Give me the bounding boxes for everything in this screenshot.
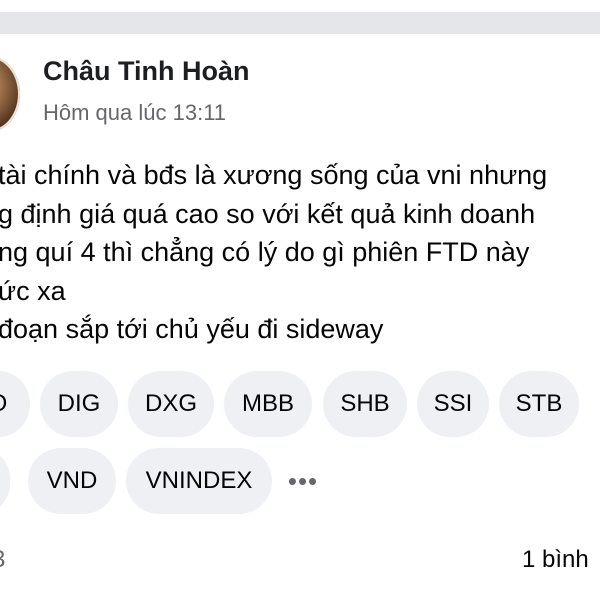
tag-chip[interactable]: DXG <box>128 371 214 437</box>
comment-count[interactable]: 1 bình <box>522 546 589 574</box>
post-body-line: ng quí 4 thì chẳng có lý do gì phiên FTD… <box>0 237 530 267</box>
tag-chip[interactable]: SHB <box>323 371 407 437</box>
tag-chip[interactable]: STB <box>499 371 579 437</box>
tag-chip[interactable]: SSI <box>417 371 489 437</box>
author-name[interactable]: Châu Tinh Hoàn <box>43 56 250 87</box>
avatar[interactable] <box>0 56 20 132</box>
tag-list: O DIG DXG MBB SHB SSI STB VND VNINDEX ••… <box>0 371 600 521</box>
post-card: Châu Tinh Hoàn Hôm qua lúc 13:11 tài chí… <box>0 0 600 600</box>
tag-chip[interactable]: O <box>0 371 30 437</box>
reaction-count[interactable]: 3 <box>0 546 5 574</box>
top-separator <box>0 0 600 36</box>
post-body-line: tài chính và bđs là xương sống của vni n… <box>0 160 548 190</box>
tag-chip[interactable]: DIG <box>40 371 118 437</box>
tag-chip[interactable]: VNINDEX <box>126 448 272 514</box>
tag-chip[interactable]: VND <box>28 448 116 514</box>
separator-bar <box>0 12 600 34</box>
tag-chip[interactable]: MBB <box>224 371 312 437</box>
post-body-line: g định giá quá cao so với kết quả kinh d… <box>0 198 536 229</box>
tag-chip[interactable] <box>0 448 10 514</box>
post-timestamp[interactable]: Hôm qua lúc 13:11 <box>43 100 226 126</box>
post-body-line: ức xa <box>0 275 66 306</box>
post-body: tài chính và bđs là xương sống của vni n… <box>0 156 547 349</box>
more-horizontal-icon[interactable]: ••• <box>283 448 323 514</box>
post-body-line: đoạn sắp tới chủ yếu đi sideway <box>0 314 384 344</box>
